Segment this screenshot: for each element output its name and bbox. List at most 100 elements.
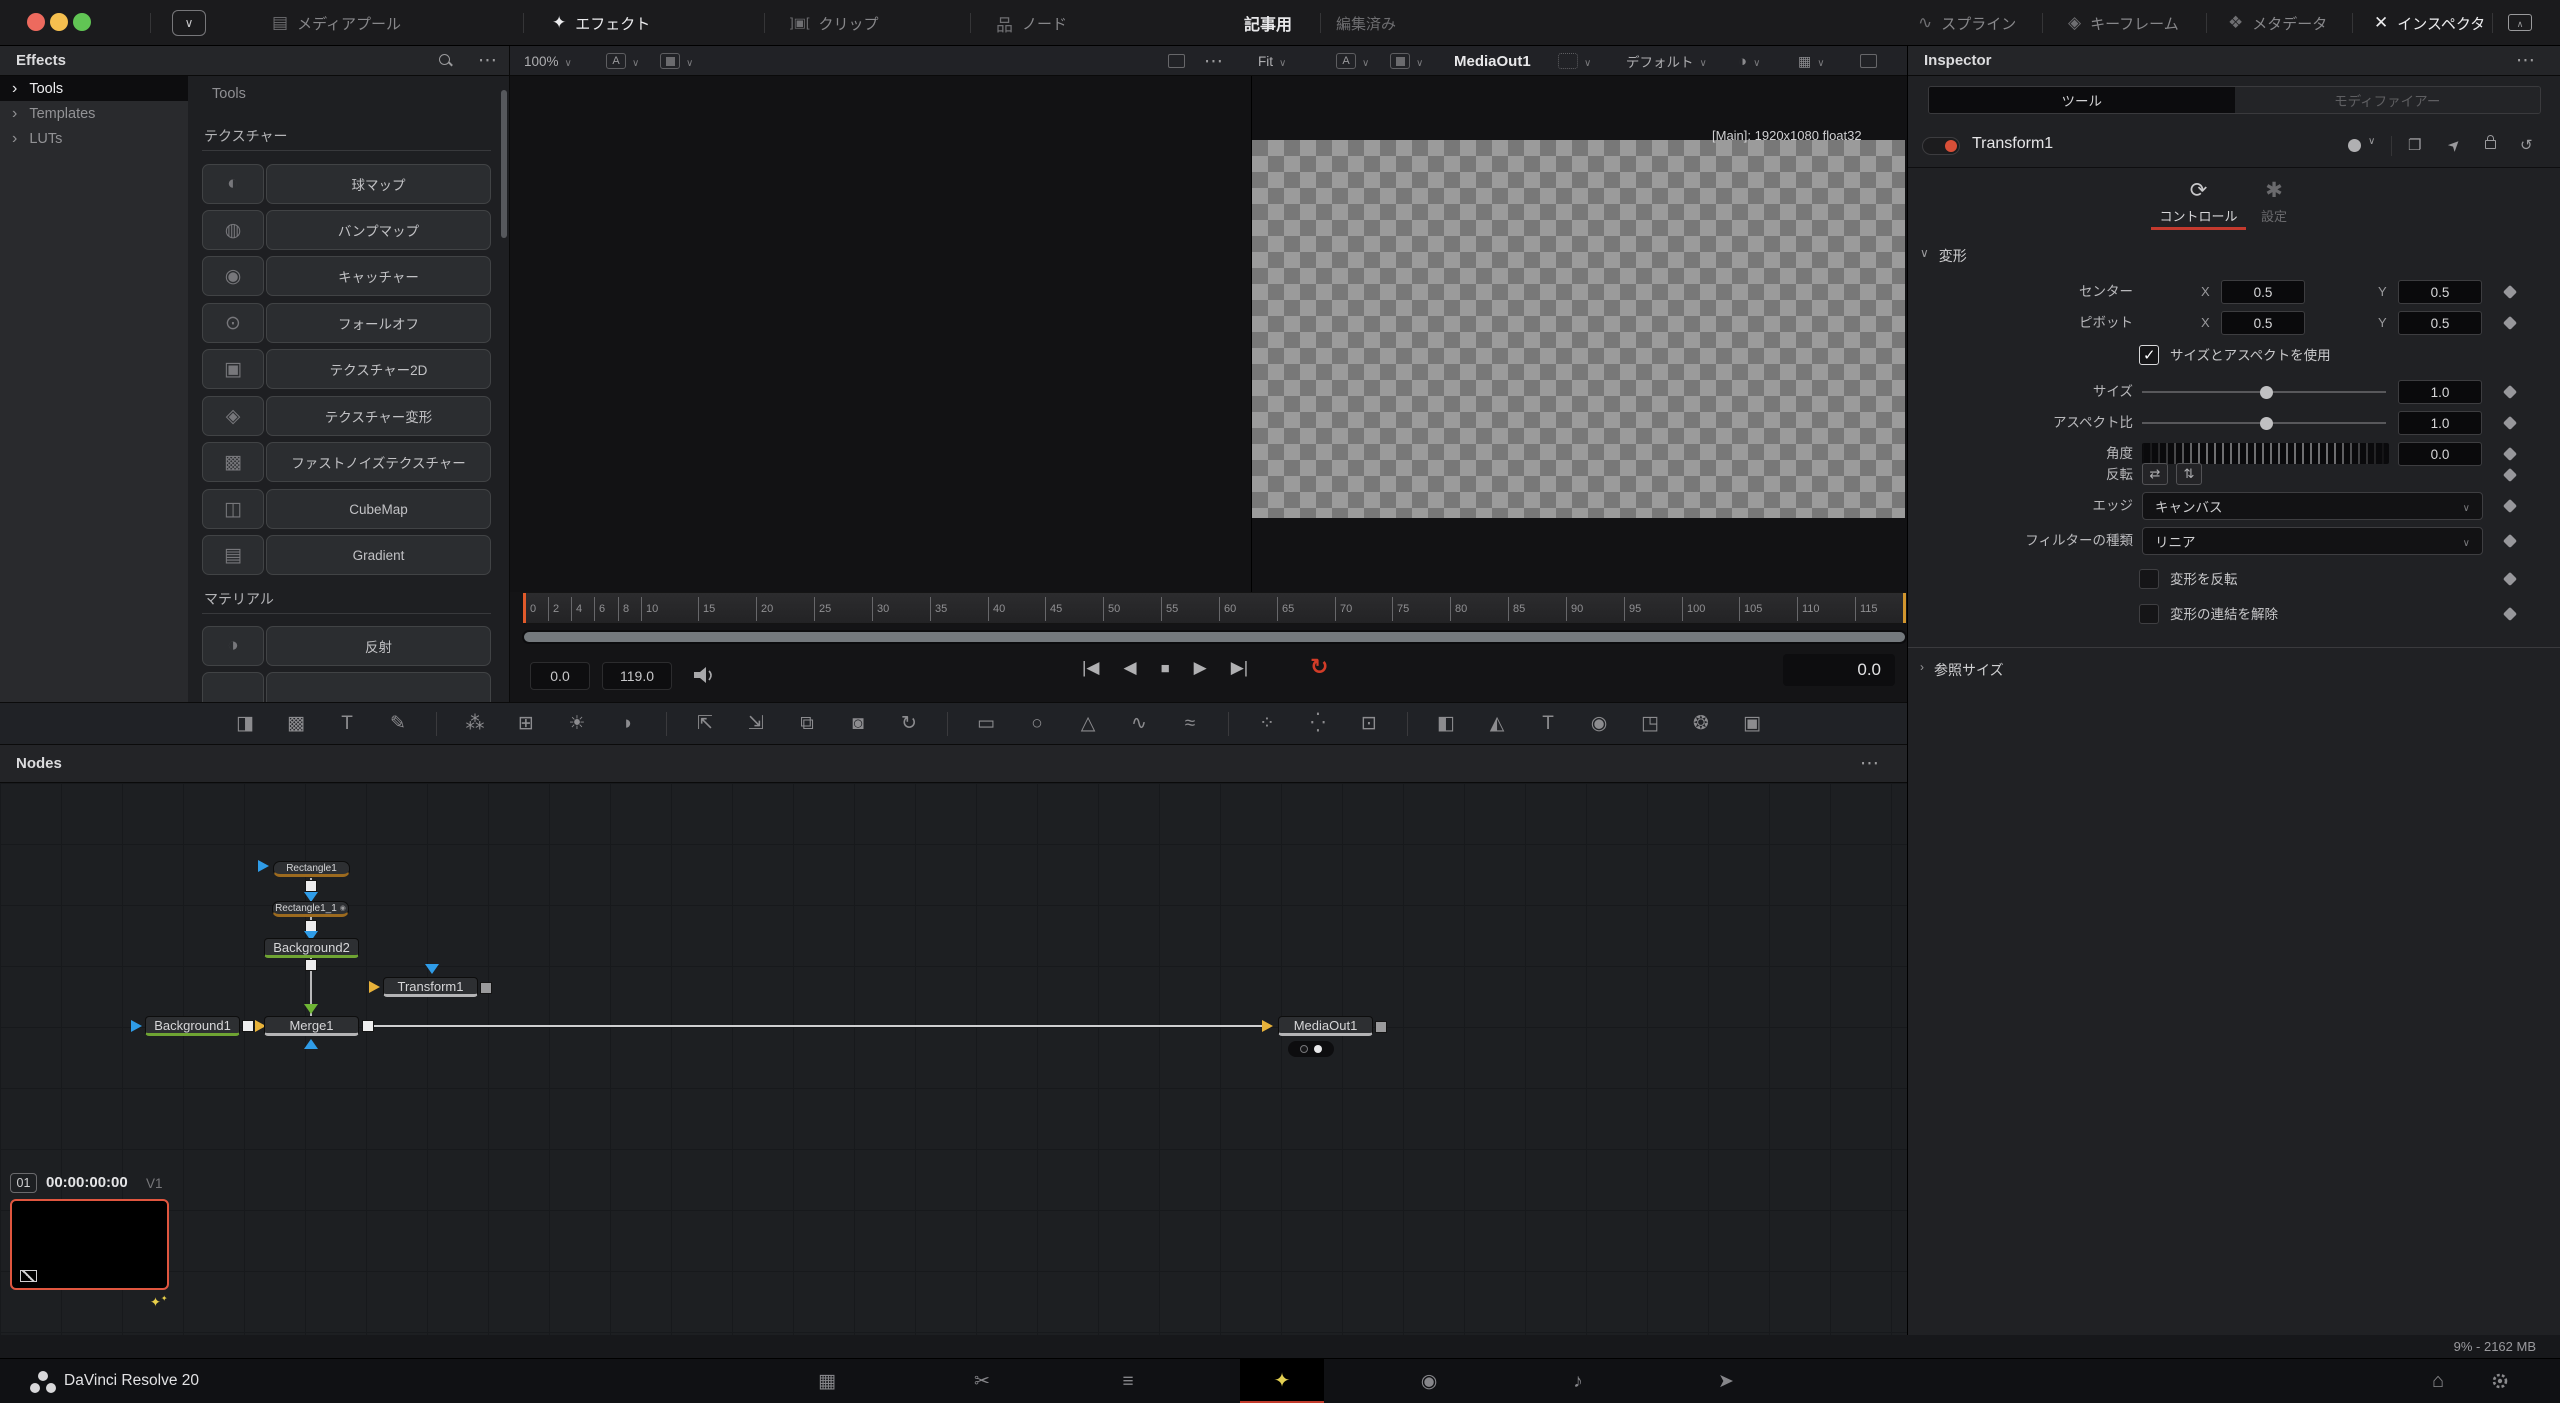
node-mediaout1[interactable]: MediaOut1	[1278, 1016, 1373, 1036]
tree-item-luts[interactable]: LUTs	[0, 126, 188, 151]
merge1-output[interactable]	[362, 1020, 374, 1032]
aspect-field[interactable]: 1.0	[2398, 411, 2482, 435]
paint-tool-icon[interactable]: ✎	[385, 712, 411, 735]
tab-tools[interactable]: ツール	[1929, 87, 2235, 113]
tool-item-partial[interactable]	[202, 672, 491, 702]
color-curves-tool-icon[interactable]: ⊞	[513, 712, 539, 735]
polygon-mask-tool-icon[interactable]: △	[1075, 712, 1101, 735]
tab-nodes[interactable]: 品 ノード	[996, 0, 1067, 46]
right-viewer-dod-dropdown[interactable]	[1558, 46, 1591, 76]
keyframe-diamond-icon[interactable]	[2503, 468, 2517, 482]
reset-icon[interactable]: ↺	[2520, 136, 2533, 154]
transparent-checkerboard-frame[interactable]	[1252, 140, 1905, 518]
speaker-icon[interactable]	[692, 666, 716, 686]
shape-3d-tool-icon[interactable]: ◭	[1484, 712, 1510, 735]
effects-scrollbar[interactable]	[501, 90, 507, 238]
bspline-mask-tool-icon[interactable]: ∿	[1126, 712, 1152, 735]
center-x-field[interactable]: 0.5	[2221, 280, 2305, 304]
keyframe-diamond-icon[interactable]	[2503, 285, 2517, 299]
node-background1[interactable]: Background1	[145, 1016, 240, 1036]
right-viewer-expand2-button[interactable]	[1860, 46, 1877, 76]
right-viewer-roi-dropdown[interactable]	[1390, 46, 1423, 76]
keyframe-diamond-icon[interactable]	[2503, 447, 2517, 461]
right-viewer-color-controls-dropdown[interactable]: ◑	[1738, 46, 1760, 76]
keyframe-diamond-icon[interactable]	[2503, 416, 2517, 430]
tool-item-reflect[interactable]: ◑ 反射	[202, 626, 491, 666]
page-cut[interactable]: ✂	[960, 1359, 1004, 1403]
keyframe-diamond-icon[interactable]	[2503, 316, 2517, 330]
text-plus-tool-icon[interactable]: T	[334, 713, 360, 735]
merge-3d-tool-icon[interactable]: ◉	[1586, 712, 1612, 735]
render-range-start-field[interactable]: 0.0	[530, 662, 590, 690]
quick-export-button[interactable]: ∨	[172, 10, 206, 36]
ellipse-mask-tool-icon[interactable]: ○	[1024, 713, 1050, 735]
color-corrector-tool-icon[interactable]: ☀	[564, 712, 590, 735]
pivot-x-field[interactable]: 0.5	[2221, 311, 2305, 335]
viewer2-dot[interactable]	[1314, 1045, 1322, 1053]
particle-force-tool-icon[interactable]: ⁛	[1305, 712, 1331, 735]
merge1-mask-input[interactable]	[304, 1039, 318, 1049]
slider-knob[interactable]	[2260, 386, 2273, 399]
center-y-field[interactable]: 0.5	[2398, 280, 2482, 304]
node-transform1[interactable]: Transform1	[383, 977, 478, 997]
flip-horizontal-button[interactable]: ⇄	[2142, 463, 2168, 485]
page-color[interactable]: ◉	[1407, 1359, 1451, 1403]
settings-gear-icon[interactable]	[2490, 1371, 2510, 1391]
tree-item-tools[interactable]: Tools	[0, 76, 188, 101]
pivot-y-field[interactable]: 0.5	[2398, 311, 2482, 335]
angle-thumbwheel[interactable]	[2142, 443, 2389, 464]
light-3d-tool-icon[interactable]: ❂	[1688, 712, 1714, 735]
rectangle-mask-tool-icon[interactable]: ▭	[973, 712, 999, 735]
edge-dropdown[interactable]: キャンバス	[2142, 492, 2483, 520]
transform-tool-icon[interactable]: ↻	[896, 712, 922, 735]
merge1-background-input[interactable]	[304, 1004, 318, 1014]
loop-playback-button[interactable]: ↻	[1310, 654, 1328, 680]
unlink-transform-checkbox[interactable]	[2139, 604, 2159, 624]
merge-tool-icon[interactable]: ⧉	[794, 713, 820, 735]
stop-button[interactable]: ■	[1161, 660, 1170, 677]
page-fusion-active[interactable]: ✦	[1240, 1359, 1324, 1403]
section-reference-size[interactable]: › 参照サイズ	[1920, 660, 2004, 680]
background1-output[interactable]	[242, 1020, 254, 1032]
mediaout1-viewer-buttons[interactable]	[1288, 1041, 1334, 1057]
effects-options-icon[interactable]	[478, 49, 498, 72]
use-size-aspect-checkbox[interactable]	[2139, 345, 2159, 365]
keyframe-diamond-icon[interactable]	[2503, 607, 2517, 621]
chevron-down-icon[interactable]: ∨	[2368, 136, 2375, 147]
node-merge1[interactable]: Merge1	[264, 1016, 359, 1036]
lock-icon[interactable]	[2485, 140, 2496, 149]
left-viewer-roi-dropdown[interactable]	[660, 46, 693, 76]
rectangle1-input[interactable]	[258, 860, 269, 872]
tab-inspector[interactable]: ✕ インスペクタ	[2374, 0, 2485, 46]
play-button[interactable]: ▶	[1194, 658, 1207, 678]
image-plane-3d-tool-icon[interactable]: ◧	[1433, 712, 1459, 735]
tool-item-bump-map[interactable]: ◍ バンプマップ	[202, 210, 491, 250]
aspect-slider[interactable]	[2142, 422, 2386, 424]
minimize-window-button[interactable]	[50, 13, 68, 31]
node-rectangle1[interactable]: Rectangle1	[273, 861, 350, 877]
subtab-settings[interactable]: ✱ 設定	[2252, 178, 2296, 225]
timeline-ruler[interactable]: 0 2 4 6 8 10 15 20 25 30 35 40 45 50 55 …	[522, 592, 1907, 624]
slider-knob[interactable]	[2260, 417, 2273, 430]
right-viewer-expand-button[interactable]	[1168, 46, 1185, 76]
clip-thumbnail[interactable]	[10, 1199, 169, 1290]
right-viewer-options-icon[interactable]	[1204, 50, 1224, 73]
text-3d-tool-icon[interactable]: T	[1535, 713, 1561, 735]
tool-item-texture2d[interactable]: ▣ テクスチャー2D	[202, 349, 491, 389]
invert-transform-checkbox[interactable]	[2139, 569, 2159, 589]
magic-mask-tool-icon[interactable]: ≈	[1177, 713, 1203, 735]
left-viewer-zoom-dropdown[interactable]: 100%	[524, 46, 572, 76]
background-tool-icon[interactable]: ◨	[232, 712, 258, 735]
zoom-window-button[interactable]	[73, 13, 91, 31]
keyframe-diamond-icon[interactable]	[2503, 572, 2517, 586]
render-range-end-field[interactable]: 119.0	[602, 662, 672, 690]
transform1-output[interactable]	[480, 982, 492, 994]
tool-item-gradient[interactable]: ▤ Gradient	[202, 535, 491, 575]
scrollbar-thumb[interactable]	[524, 632, 1905, 642]
tab-media-pool[interactable]: ▤ メディアプール	[272, 0, 401, 46]
viewer1-dot[interactable]	[1300, 1045, 1308, 1053]
right-viewer-fit-dropdown[interactable]: Fit	[1258, 46, 1286, 76]
tool-item-catcher[interactable]: ◉ キャッチャー	[202, 256, 491, 296]
tool-item-cubemap[interactable]: ◫ CubeMap	[202, 489, 491, 529]
keyframe-diamond-icon[interactable]	[2503, 499, 2517, 513]
